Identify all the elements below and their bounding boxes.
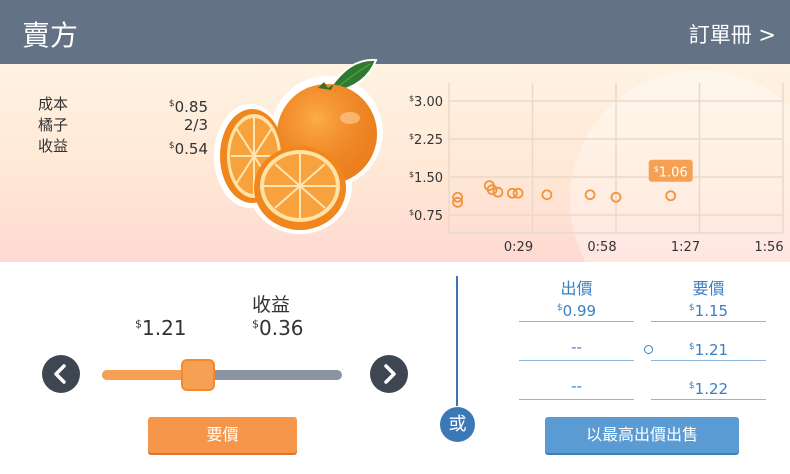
chevron-left-icon — [54, 364, 66, 384]
ask-cell: $1.21 — [651, 335, 766, 361]
chart-point — [665, 190, 677, 202]
ask-price-display: $1.21 — [135, 316, 187, 340]
chart-x-ticks: 0:29 0:58 1:27 1:56 — [504, 240, 784, 255]
profit-caption: 收益 — [252, 294, 291, 316]
profit-row: 收益 $0.54 — [38, 136, 208, 158]
ask-cell: $1.22 — [651, 374, 766, 400]
chart-x-tick-label: 0:58 — [587, 240, 616, 255]
chart-point — [584, 189, 596, 201]
own-ask-marker-icon — [644, 345, 653, 354]
bid-cell: $0.99 — [519, 296, 634, 322]
current-price-tag-label: $1.06 — [654, 165, 688, 181]
cost-row: 成本 $0.85 — [38, 94, 208, 116]
seller-screen: 賣方 訂單冊 > 成本 $0.85 橘子 2/3 收益 $0.54 $3.00 … — [0, 0, 790, 474]
chart-x-tick-label: 1:27 — [671, 240, 700, 255]
chart-y-tick-label: $0.75 — [409, 208, 443, 224]
header-bar: 賣方 訂單冊 > — [0, 0, 790, 64]
price-slider-thumb[interactable] — [181, 359, 215, 391]
chevron-right-icon — [384, 364, 396, 384]
chart-y-tick-label: $3.00 — [409, 94, 443, 110]
oranges-row: 橘子 2/3 — [38, 115, 208, 136]
chart-point — [541, 189, 553, 201]
increase-price-button[interactable] — [370, 355, 408, 393]
bid-cell: -- — [519, 374, 634, 400]
profit-value: $0.54 — [168, 140, 208, 158]
decrease-price-button[interactable] — [42, 355, 80, 393]
orange-illustration — [214, 58, 383, 234]
sell-at-best-bid-button[interactable]: 以最高出價出售 — [545, 417, 739, 453]
current-price-tag: $1.06 — [648, 159, 693, 182]
oranges-label: 橘子 — [38, 116, 69, 134]
price-slider[interactable] — [102, 370, 342, 380]
or-badge: 或 — [440, 407, 475, 442]
section-divider — [456, 276, 458, 406]
price-chart: $3.00 $2.25 $1.50 $0.75 0:29 0:58 1:27 1:56 $1… — [409, 83, 784, 255]
ask-cell: $1.15 — [651, 296, 766, 322]
chart-grid — [448, 83, 784, 234]
profit-label: 收益 — [38, 137, 69, 155]
profit-display: $0.36 — [252, 316, 304, 340]
chart-x-tick-label: 1:56 — [754, 240, 783, 255]
cost-label: 成本 — [38, 95, 69, 113]
chart-y-tick-label: $2.25 — [409, 132, 443, 148]
bid-cell: -- — [519, 335, 634, 361]
chart-y-tick-label: $1.50 — [409, 170, 443, 186]
chart-x-tick-label: 0:29 — [504, 240, 533, 255]
oranges-value: 2/3 — [183, 116, 208, 134]
cost-value: $0.85 — [168, 98, 208, 116]
chart-y-ticks: $3.00 $2.25 $1.50 $0.75 — [409, 94, 443, 224]
ask-button[interactable]: 要價 — [148, 417, 297, 453]
order-book-link[interactable]: 訂單冊 > — [689, 19, 776, 49]
chart-point — [512, 187, 524, 199]
stats-panel: 成本 $0.85 橘子 2/3 收益 $0.54 — [38, 94, 208, 158]
chart-points — [452, 180, 677, 208]
page-title: 賣方 — [22, 19, 79, 52]
